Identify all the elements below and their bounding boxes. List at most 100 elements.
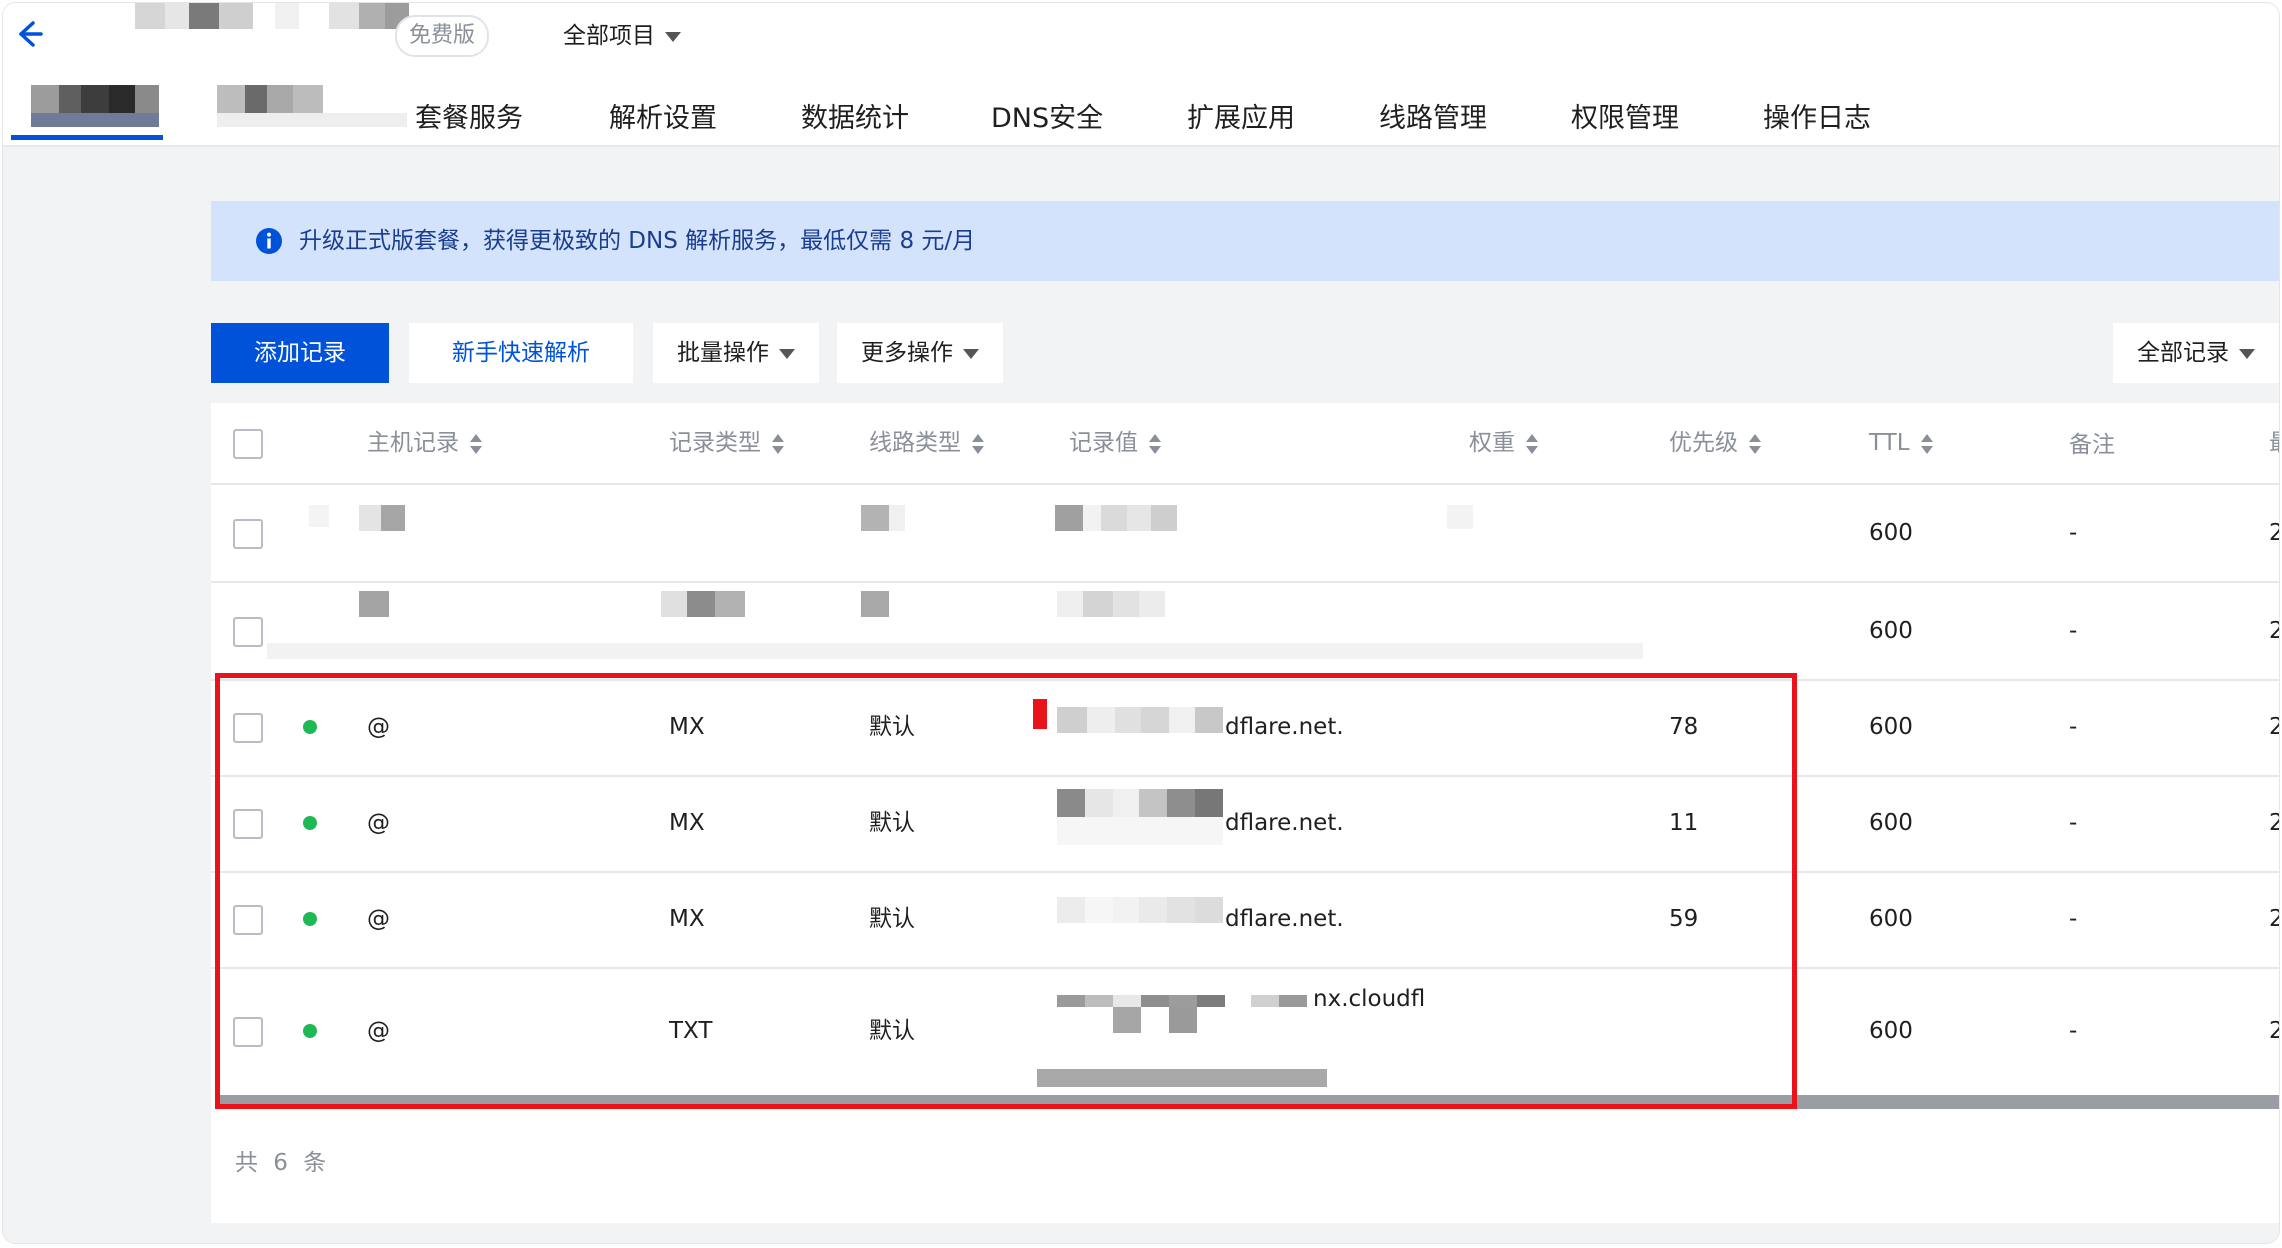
tab-resolve-settings[interactable]: 解析设置: [609, 99, 717, 139]
upgrade-notice: 升级正式版套餐，获得更极致的 DNS 解析服务，最低仅需 8 元/月: [211, 201, 2279, 281]
row-checkbox[interactable]: [233, 905, 263, 935]
table-row: @ MX 默认 dflare.net. 59 600 - 2: [211, 871, 2279, 969]
col-weight[interactable]: 权重: [1469, 423, 1539, 463]
host-value: @: [367, 906, 390, 932]
last-col-value: 2: [2269, 803, 2279, 843]
row-checkbox[interactable]: [233, 617, 263, 647]
ttl-value: 600: [1869, 714, 1913, 740]
batch-ops-button[interactable]: 批量操作: [653, 323, 819, 383]
table-row: 600 - 2: [211, 485, 2279, 583]
row-checkbox[interactable]: [233, 713, 263, 743]
status-enabled-dot: [303, 912, 317, 926]
remark-value: -: [2069, 810, 2078, 836]
sort-icon: [972, 433, 984, 454]
host-value: @: [367, 714, 390, 740]
line-value: 默认: [869, 810, 915, 836]
status-enabled-dot: [303, 816, 317, 830]
caret-down-icon: [963, 348, 979, 359]
row-checkbox[interactable]: [233, 519, 263, 549]
col-last: 最: [2269, 423, 2279, 463]
table-row: @ MX 默认 dflare.net. 11 600 - 2: [211, 775, 2279, 873]
last-col-value: 2: [2269, 707, 2279, 747]
tab-permissions[interactable]: 权限管理: [1571, 99, 1679, 139]
type-value: TXT: [669, 1018, 713, 1044]
col-value[interactable]: 记录值: [1069, 423, 1162, 463]
row-checkbox[interactable]: [233, 1017, 263, 1047]
table-row: @ TXT 默认 nx.cloudfl 600 - 2: [211, 967, 2279, 1095]
record-filter-label: 全部记录: [2137, 340, 2229, 366]
tab-dns-security[interactable]: DNS安全: [991, 99, 1103, 139]
sort-icon: [1526, 433, 1538, 454]
project-select-label: 全部项目: [563, 23, 655, 49]
status-enabled-dot: [303, 1024, 317, 1038]
last-col-value: 2: [2269, 611, 2279, 651]
col-ttl[interactable]: TTL: [1869, 423, 1934, 463]
last-col-value: 2: [2269, 513, 2279, 553]
last-col-value: 2: [2269, 1011, 2279, 1051]
remark-value: -: [2069, 906, 2078, 932]
tab-bar: 套餐服务 解析设置 数据统计 DNS安全 扩展应用 线路管理 权限管理 操作日志: [3, 85, 2279, 145]
line-value: 默认: [869, 714, 915, 740]
plan-badge: 免费版: [395, 15, 490, 57]
caret-down-icon: [779, 348, 795, 359]
app-window: 免费版 全部项目 套餐服务 解析设置 数据统计 DNS安全 扩展应用 线路管理 …: [2, 2, 2280, 1244]
info-icon: [256, 228, 282, 254]
type-value: MX: [669, 810, 705, 836]
batch-ops-label: 批量操作: [677, 340, 769, 366]
col-type[interactable]: 记录类型: [669, 423, 785, 463]
host-value: @: [367, 810, 390, 836]
record-value: dflare.net.: [1225, 714, 1344, 740]
type-value: MX: [669, 906, 705, 932]
line-value: 默认: [869, 1018, 915, 1044]
host-value: @: [367, 1018, 390, 1044]
active-tab-indicator: [11, 135, 163, 140]
top-bar: 免费版 全部项目 套餐服务 解析设置 数据统计 DNS安全 扩展应用 线路管理 …: [3, 3, 2279, 147]
tab-line-management[interactable]: 线路管理: [1379, 99, 1487, 139]
quick-parse-button[interactable]: 新手快速解析: [409, 323, 633, 383]
ttl-value: 600: [1869, 906, 1913, 932]
table-row: @ MX 默认 dflare.net. 78 600 - 2: [211, 679, 2279, 777]
remark-value: -: [2069, 714, 2078, 740]
tab-plan-service[interactable]: 套餐服务: [415, 99, 523, 139]
tab-statistics[interactable]: 数据统计: [801, 99, 909, 139]
col-remark: 备注: [2069, 432, 2115, 458]
ttl-value: 600: [1869, 618, 1913, 644]
sort-icon: [1749, 433, 1761, 454]
add-record-button[interactable]: 添加记录: [211, 323, 389, 383]
tab-extensions[interactable]: 扩展应用: [1187, 99, 1295, 139]
horizontal-scrollbar[interactable]: [219, 1095, 2279, 1109]
more-ops-button[interactable]: 更多操作: [837, 323, 1003, 383]
more-ops-label: 更多操作: [861, 340, 953, 366]
ttl-value: 600: [1869, 520, 1913, 546]
sort-icon: [772, 433, 784, 454]
remark-value: -: [2069, 520, 2078, 546]
remark-value: -: [2069, 618, 2078, 644]
caret-down-icon: [2239, 348, 2255, 359]
project-select[interactable]: 全部项目: [563, 19, 681, 53]
priority-value: 78: [1669, 714, 1699, 740]
table-header: 主机记录 记录类型 线路类型 记录值 权重 优先级 TTL 备注 最: [211, 403, 2279, 485]
status-enabled-dot: [303, 720, 317, 734]
sort-icon: [1149, 433, 1161, 454]
col-priority[interactable]: 优先级: [1669, 423, 1762, 463]
remark-value: -: [2069, 1018, 2078, 1044]
sort-icon: [1920, 433, 1933, 454]
col-host[interactable]: 主机记录: [367, 423, 483, 463]
notice-text: 升级正式版套餐，获得更极致的 DNS 解析服务，最低仅需 8 元/月: [299, 228, 976, 254]
priority-value: 11: [1669, 810, 1699, 836]
record-value: dflare.net.: [1225, 906, 1344, 932]
type-value: MX: [669, 714, 705, 740]
select-all-checkbox[interactable]: [233, 429, 263, 459]
record-value: nx.cloudfl: [1313, 986, 1426, 1012]
record-value: dflare.net.: [1225, 810, 1344, 836]
tab-operation-log[interactable]: 操作日志: [1763, 99, 1871, 139]
caret-down-icon: [665, 31, 681, 42]
col-line[interactable]: 线路类型: [869, 423, 985, 463]
row-checkbox[interactable]: [233, 809, 263, 839]
priority-value: 59: [1669, 906, 1699, 932]
record-filter-select[interactable]: 全部记录: [2113, 323, 2279, 383]
line-value: 默认: [869, 906, 915, 932]
table-row: 600 - 2: [211, 583, 2279, 681]
arrow-left-icon[interactable]: [11, 17, 45, 51]
sort-icon: [470, 433, 482, 454]
